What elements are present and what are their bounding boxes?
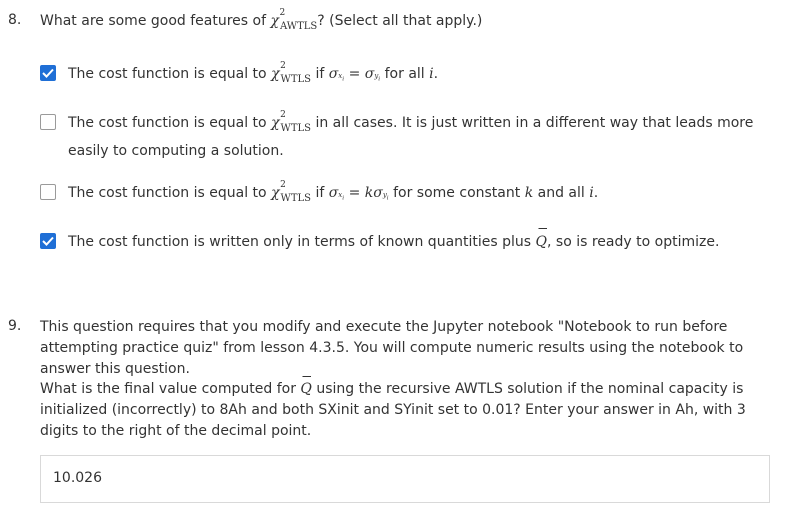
q-hat-symbol: Q [536,228,548,253]
answer-field[interactable] [40,455,770,503]
option-4[interactable]: The cost function is written only in ter… [40,228,772,253]
question-paragraph-2: What is the final value computed for Q u… [40,376,746,439]
checkbox-checked[interactable] [40,233,56,249]
option-1[interactable]: The cost function is equal to χ 2 WTLS if … [40,61,772,91]
question-number: 9. [8,318,22,334]
checkbox-unchecked[interactable] [40,114,56,130]
chi-squared-wtls: χ 2 WTLS [271,61,311,85]
q-hat-symbol: Q [300,376,312,400]
chi-squared-awtls: χ 2 AWTLS [270,8,318,32]
option-label: The cost function is equal to χ 2 WTLS if … [68,61,438,91]
question-paragraph-1: This question requires that you modify a… [40,319,744,377]
option-3[interactable]: The cost function is equal to χ 2 WTLS if … [40,180,772,210]
option-label: The cost function is written only in ter… [68,228,719,253]
checkbox-unchecked[interactable] [40,184,56,200]
chi-squared-wtls: χ 2 WTLS [271,180,311,204]
option-2[interactable]: The cost function is equal to χ 2 WTLS in … [40,110,772,162]
option-label: The cost function is equal to χ 2 WTLS in … [68,110,754,159]
checkbox-checked[interactable] [40,65,56,81]
sigma-equation: σxi = σyi [328,66,381,83]
chi-squared-wtls: χ 2 WTLS [271,110,311,134]
answer-input[interactable] [53,470,653,486]
option-label: The cost function is equal to χ 2 WTLS if … [68,180,598,210]
question-prompt: What are some good features of χ 2 AWTLS? … [40,8,770,37]
question-number: 8. [8,12,22,28]
sigma-k-equation: σxi = kσyi [328,185,389,202]
